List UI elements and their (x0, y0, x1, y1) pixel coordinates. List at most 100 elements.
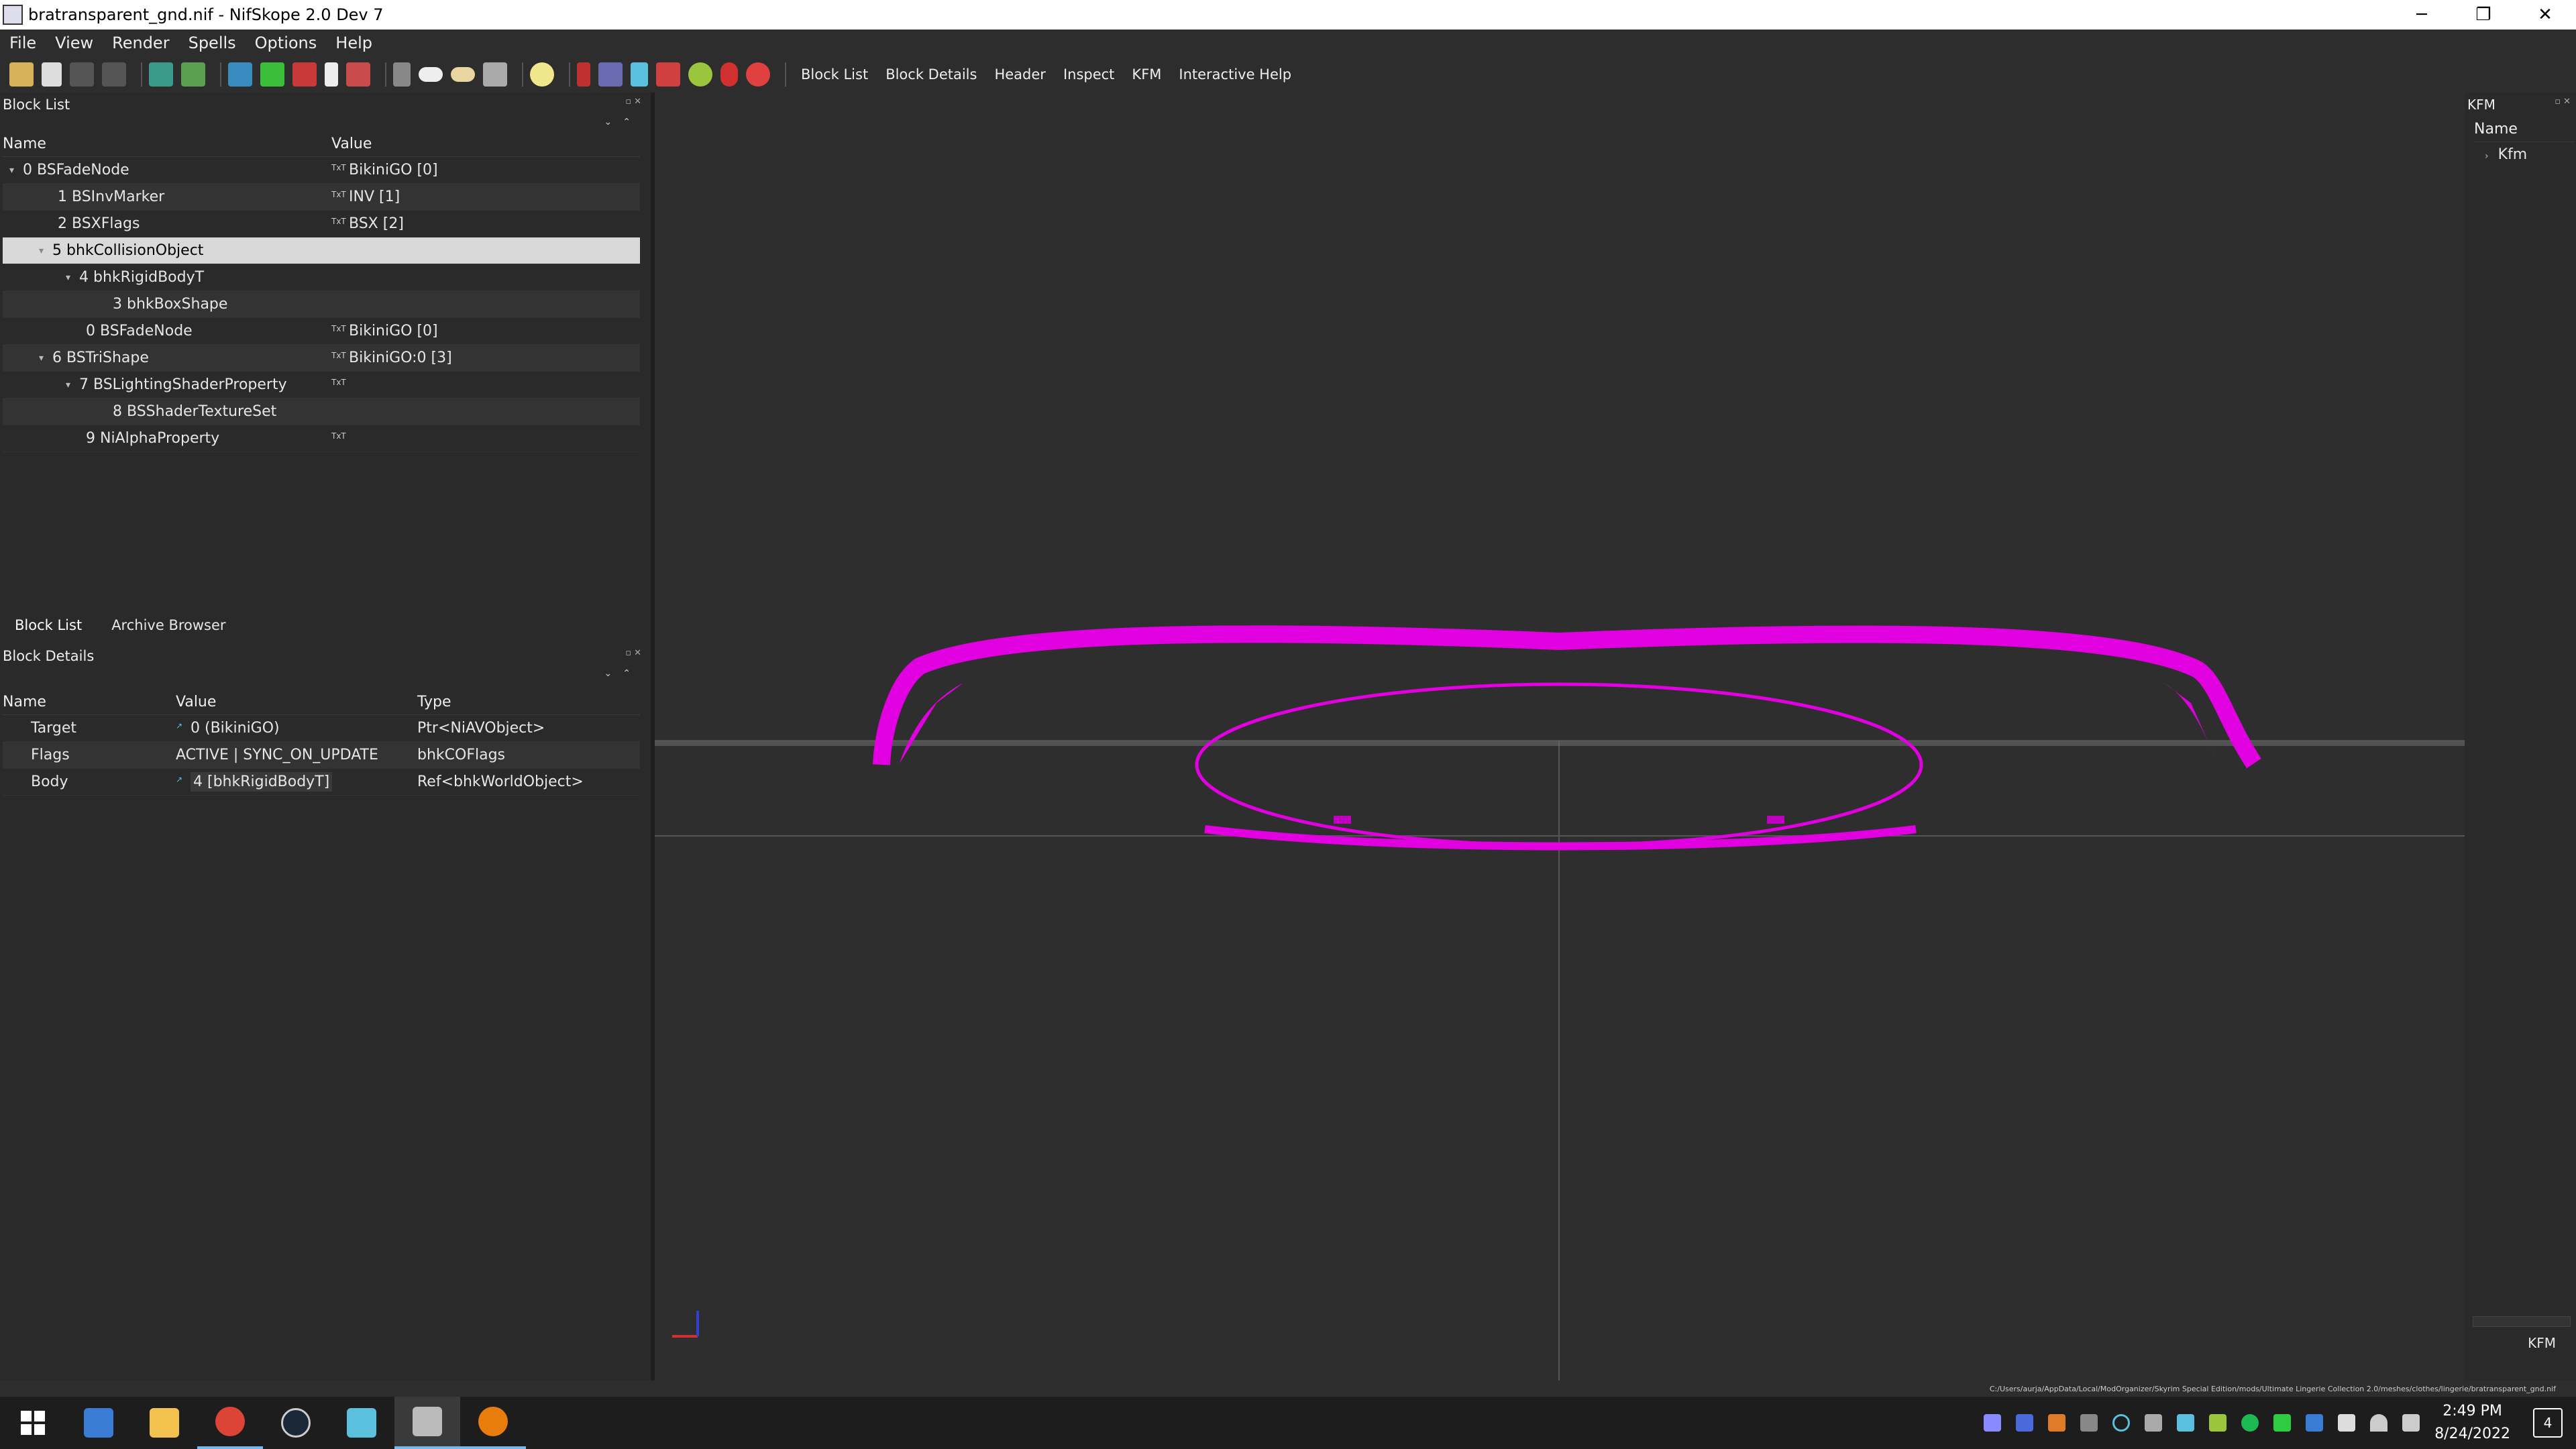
axes-icon[interactable] (393, 62, 411, 87)
tray-app-icon[interactable] (2048, 1414, 2066, 1432)
open-icon[interactable] (9, 62, 34, 87)
toolbar-block-list[interactable]: Block List (801, 66, 868, 83)
vertex-icon[interactable] (598, 62, 623, 87)
markers-icon[interactable] (720, 62, 738, 87)
tray-app-icon[interactable] (2080, 1414, 2098, 1432)
field-value[interactable]: 0 (BikiniGO) (191, 720, 280, 737)
tab-archive-browser[interactable]: Archive Browser (97, 609, 240, 641)
lighting-icon[interactable] (530, 62, 554, 87)
tray-app-icon[interactable] (2273, 1414, 2292, 1432)
tree-row[interactable]: 8 BSShaderTextureSet (3, 398, 640, 425)
tray-spotify-icon[interactable] (2241, 1414, 2259, 1432)
toolbar-inspect[interactable]: Inspect (1063, 66, 1114, 83)
menu-spells[interactable]: Spells (189, 34, 236, 52)
view-side-icon[interactable] (260, 62, 284, 87)
toolbar-kfm[interactable]: KFM (1132, 66, 1161, 83)
taskbar-app-modorganizer[interactable] (329, 1397, 394, 1449)
taskbar-app-chrome[interactable] (197, 1397, 263, 1449)
panel-float-close-icons[interactable]: ▫✕ (625, 648, 644, 658)
tree-row[interactable]: ▾ 6 BSTriShape TxT BikiniGO:0 [3] (3, 345, 640, 372)
notification-center-icon[interactable]: 4 (2533, 1408, 2563, 1438)
tree-row[interactable]: 2 BSXFlags TxT BSX [2] (3, 211, 640, 237)
view-front-icon[interactable] (228, 62, 252, 87)
toolbar-interactive-help[interactable]: Interactive Help (1179, 66, 1291, 83)
taskbar-app-desktop[interactable] (66, 1397, 131, 1449)
tray-app-icon[interactable] (1984, 1414, 2002, 1432)
tree-row-selected[interactable]: ▾ 5 bhkCollisionObject (3, 237, 640, 264)
close-button[interactable]: ✕ (2514, 0, 2576, 30)
col-type-header[interactable]: Type (417, 690, 639, 714)
taskbar-app-explorer[interactable] (131, 1397, 197, 1449)
view-top-icon[interactable] (292, 62, 317, 87)
col-value-header[interactable]: Value (176, 690, 417, 714)
clock[interactable]: 2:49 PM 8/24/2022 (2434, 1400, 2510, 1446)
tab-block-list[interactable]: Block List (0, 609, 97, 641)
taskbar-app-nifskope[interactable] (394, 1397, 460, 1449)
collapse-expand-icons[interactable]: ⌄⌃ (604, 117, 641, 127)
visibility-icon[interactable] (451, 67, 475, 82)
textures-icon[interactable] (656, 62, 680, 87)
expanded-arrow-icon[interactable]: ▾ (9, 165, 23, 176)
expanded-arrow-icon[interactable]: ▾ (39, 246, 52, 256)
volume-icon[interactable] (2402, 1414, 2420, 1432)
kfm-tab[interactable]: KFM (2465, 1330, 2576, 1356)
detail-row[interactable]: Body ↗ 4 [bhkRigidBodyT] Ref<bhkWorldObje… (3, 769, 640, 796)
tree-row[interactable]: ▾ 0 BSFadeNode TxT BikiniGO [0] (3, 157, 640, 184)
kfm-tree-item[interactable]: › Kfm (2485, 146, 2527, 163)
col-value-header[interactable]: Value (331, 131, 640, 156)
toolbar-block-details[interactable]: Block Details (885, 66, 977, 83)
eye-icon[interactable] (419, 67, 443, 82)
kfm-col-name[interactable]: Name (2474, 117, 2575, 142)
frame-icon[interactable] (483, 62, 507, 87)
menu-view[interactable]: View (55, 34, 93, 52)
tree-row[interactable]: ▾ 4 bhkRigidBodyT (3, 264, 640, 291)
menu-render[interactable]: Render (112, 34, 169, 52)
tray-app-icon[interactable] (2016, 1414, 2034, 1432)
tray-app-icon[interactable] (2209, 1414, 2227, 1432)
tree-row[interactable]: 9 NiAlphaProperty TxT (3, 425, 640, 452)
start-button[interactable] (0, 1397, 66, 1449)
bluetooth-icon[interactable] (2306, 1414, 2324, 1432)
save-icon[interactable] (42, 62, 62, 87)
wifi-icon[interactable] (2370, 1414, 2388, 1432)
tray-app-icon[interactable] (2145, 1414, 2163, 1432)
redo-icon[interactable] (102, 62, 126, 87)
taskbar-app-steam[interactable] (263, 1397, 329, 1449)
detail-row[interactable]: Target ↗ 0 (BikiniGO) Ptr<NiAVObject> (3, 715, 640, 742)
menu-file[interactable]: File (9, 34, 36, 52)
detail-row[interactable]: Flags ACTIVE | SYNC_ON_UPDATE bhkCOFlags (3, 742, 640, 769)
panel-float-close-icons[interactable]: ▫✕ (2555, 97, 2573, 107)
collision-icon[interactable] (688, 62, 712, 87)
expanded-arrow-icon[interactable]: ▾ (39, 353, 52, 364)
view-user-icon[interactable] (325, 62, 338, 87)
move-icon[interactable] (181, 62, 205, 87)
collapsed-arrow-icon[interactable]: › (2485, 151, 2489, 162)
horizontal-scrollbar[interactable] (2473, 1316, 2571, 1327)
menu-options[interactable]: Options (255, 34, 317, 52)
tree-row[interactable]: 3 bhkBoxShape (3, 291, 640, 318)
panel-float-close-icons[interactable]: ▫✕ (625, 97, 644, 107)
tree-row[interactable]: ▾ 7 BSLightingShaderProperty TxT (3, 372, 640, 398)
menu-help[interactable]: Help (335, 34, 372, 52)
tray-app-icon[interactable] (2112, 1414, 2131, 1432)
taskbar-app-blender[interactable] (460, 1397, 526, 1449)
expanded-arrow-icon[interactable]: ▾ (66, 272, 79, 283)
select-icon[interactable] (149, 62, 173, 87)
constraints-icon[interactable] (746, 62, 770, 87)
minimize-button[interactable]: ─ (2391, 0, 2453, 30)
nodes-icon[interactable] (631, 62, 648, 87)
col-name-header[interactable]: Name (3, 690, 176, 714)
3d-viewport[interactable] (655, 93, 2465, 1381)
maximize-button[interactable]: ❐ (2453, 0, 2514, 30)
field-value[interactable]: 4 [bhkRigidBodyT] (191, 772, 333, 792)
expanded-arrow-icon[interactable]: ▾ (66, 380, 79, 390)
tree-row[interactable]: 0 BSFadeNode TxT BikiniGO [0] (3, 318, 640, 345)
col-name-header[interactable]: Name (3, 131, 331, 156)
brush-icon[interactable] (577, 62, 590, 87)
collapse-expand-icons[interactable]: ⌄⌃ (604, 668, 641, 679)
undo-icon[interactable] (70, 62, 94, 87)
tree-row[interactable]: 1 BSInvMarker TxT INV [1] (3, 184, 640, 211)
field-value[interactable]: ACTIVE | SYNC_ON_UPDATE (176, 742, 417, 768)
tray-steam-icon[interactable] (2177, 1414, 2195, 1432)
view-perspective-icon[interactable] (346, 62, 370, 87)
